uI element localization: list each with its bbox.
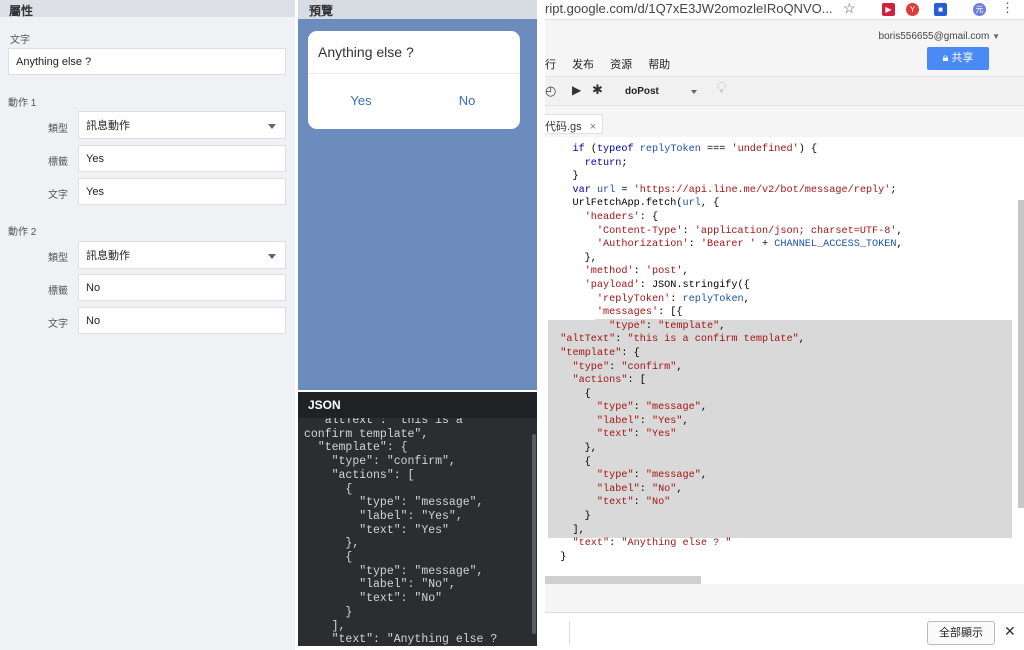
action1-text-input[interactable]: Yes bbox=[78, 178, 286, 205]
chevron-down-icon bbox=[268, 254, 276, 259]
bookmark-icon[interactable]: ■ bbox=[934, 3, 947, 16]
action2-type-select[interactable]: 訊息動作 bbox=[78, 241, 286, 269]
vertical-scrollbar[interactable] bbox=[1018, 200, 1024, 508]
action2-type-label: 類型 bbox=[48, 253, 68, 264]
account-email[interactable]: boris556655@gmail.com ▼ bbox=[879, 31, 1000, 42]
lightbulb-icon[interactable]: 💡︎ bbox=[716, 80, 727, 98]
function-name: doPost bbox=[625, 86, 659, 97]
extension-icon[interactable]: ▶ bbox=[882, 3, 895, 16]
script-editor: ript.google.com/d/1Q7xE3JW2omozleIRoQNVO… bbox=[545, 0, 1024, 650]
extension-icon[interactable]: Y bbox=[906, 3, 919, 16]
confirm-question: Anything else ? bbox=[318, 44, 414, 60]
tab-code-gs[interactable]: 代码.gs × bbox=[545, 114, 604, 134]
function-select[interactable]: doPost bbox=[617, 82, 703, 102]
chevron-down-icon bbox=[691, 90, 697, 94]
code-editor[interactable]: if (typeof replyToken === 'undefined') {… bbox=[545, 137, 1024, 584]
menu-publish[interactable]: 发布 bbox=[572, 59, 594, 71]
no-button[interactable]: No bbox=[427, 93, 507, 108]
confirm-card: Anything else ? Yes No bbox=[308, 31, 520, 129]
share-button[interactable]: 🔒︎ 共享 bbox=[927, 47, 989, 70]
action2-text-input[interactable]: No bbox=[78, 307, 286, 334]
profile-icon[interactable]: 元 bbox=[973, 3, 986, 16]
json-title: JSON bbox=[298, 392, 537, 418]
action1-label-input[interactable]: Yes bbox=[78, 145, 286, 172]
download-bar: 全部顯示 ✕ bbox=[545, 612, 1024, 650]
address-bar[interactable]: ript.google.com/d/1Q7xE3JW2omozleIRoQNVO… bbox=[545, 0, 1024, 20]
action2-text-label: 文字 bbox=[48, 319, 68, 330]
run-icon[interactable]: ▶ bbox=[572, 83, 581, 97]
action1-type-label: 類型 bbox=[48, 124, 68, 135]
preview-header: 預覽 bbox=[298, 0, 537, 19]
debug-icon[interactable]: ✱ bbox=[592, 82, 603, 98]
menu-resources[interactable]: 资源 bbox=[610, 59, 632, 71]
close-icon[interactable]: ✕ bbox=[1004, 623, 1016, 640]
action1-label-label: 標籤 bbox=[48, 157, 68, 168]
close-icon[interactable]: × bbox=[590, 121, 596, 133]
action1-title: 動作 1 bbox=[8, 98, 37, 109]
properties-header: 屬性 bbox=[0, 0, 295, 18]
scrollbar[interactable] bbox=[532, 434, 536, 634]
account-email-text: boris556655@gmail.com bbox=[878, 31, 990, 42]
action2-label-input[interactable]: No bbox=[78, 274, 286, 301]
divider bbox=[569, 621, 570, 645]
share-label: 共享 bbox=[951, 52, 974, 64]
action2-label-label: 標籤 bbox=[48, 286, 68, 297]
action1-type-value: 訊息動作 bbox=[86, 120, 130, 132]
tab-label: 代码.gs bbox=[545, 121, 582, 133]
action1-type-select[interactable]: 訊息動作 bbox=[78, 111, 286, 139]
json-panel: "altText": "this is a confirm template",… bbox=[298, 392, 537, 646]
preview-area: Anything else ? Yes No bbox=[298, 19, 537, 390]
menu-bar: 行 发布 资源 帮助 bbox=[545, 56, 683, 72]
chevron-down-icon: ▼ bbox=[992, 32, 1000, 41]
properties-panel: 屬性 文字 Anything else ? 動作 1 類型 訊息動作 標籤 Ye… bbox=[0, 0, 295, 650]
menu-help[interactable]: 帮助 bbox=[648, 59, 670, 71]
yes-button[interactable]: Yes bbox=[321, 93, 401, 108]
url-text: ript.google.com/d/1Q7xE3JW2omozleIRoQNVO… bbox=[545, 1, 833, 16]
star-icon[interactable]: ☆ bbox=[843, 0, 856, 17]
clock-icon[interactable]: ◴ bbox=[545, 83, 556, 99]
action2-title: 動作 2 bbox=[8, 227, 37, 238]
show-all-button[interactable]: 全部顯示 bbox=[927, 621, 995, 645]
text-field-label: 文字 bbox=[10, 35, 30, 46]
action1-text-label: 文字 bbox=[48, 190, 68, 201]
json-code: "altText": "this is a confirm template",… bbox=[304, 414, 498, 646]
chevron-down-icon bbox=[268, 124, 276, 129]
horizontal-scrollbar[interactable] bbox=[545, 576, 701, 584]
menu-icon[interactable]: ⋮ bbox=[1001, 0, 1014, 16]
action2-type-value: 訊息動作 bbox=[86, 250, 130, 262]
toolbar: ◴ ▶ ✱ doPost 💡︎ bbox=[545, 76, 1024, 106]
text-field[interactable]: Anything else ? bbox=[8, 48, 286, 75]
menu-run[interactable]: 行 bbox=[545, 59, 556, 71]
code-text: if (typeof replyToken === 'undefined') {… bbox=[560, 144, 903, 563]
divider bbox=[308, 73, 520, 74]
